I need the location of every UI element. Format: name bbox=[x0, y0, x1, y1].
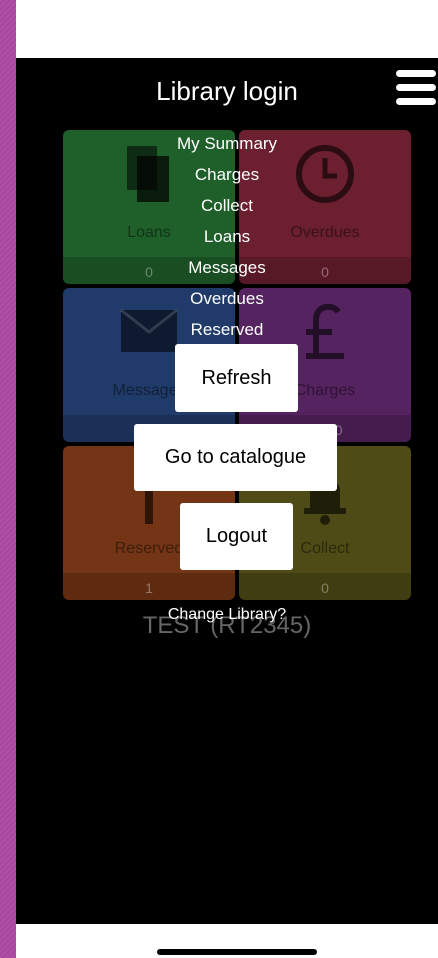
tile-count: 0 bbox=[321, 580, 329, 596]
status-bar bbox=[16, 0, 438, 58]
menu-item-my-summary[interactable]: My Summary bbox=[16, 128, 438, 159]
menu-item-loans[interactable]: Loans bbox=[16, 221, 438, 252]
dropdown-menu: My Summary Charges Collect Loans Message… bbox=[16, 128, 438, 345]
tile-count: 1 bbox=[145, 580, 153, 596]
menu-item-overdues[interactable]: Overdues bbox=[16, 283, 438, 314]
page-title: Library login bbox=[156, 76, 298, 106]
menu-item-collect[interactable]: Collect bbox=[16, 190, 438, 221]
menu-item-messages[interactable]: Messages bbox=[16, 252, 438, 283]
change-library-link[interactable]: Change Library? bbox=[16, 606, 438, 624]
logout-button[interactable]: Logout bbox=[180, 503, 293, 570]
refresh-button[interactable]: Refresh bbox=[175, 344, 298, 412]
bottom-safe-area bbox=[16, 924, 438, 958]
phone-screen: Library login Loans 0 Overdues 0 Message… bbox=[16, 0, 438, 958]
hamburger-menu-icon[interactable] bbox=[396, 70, 436, 106]
menu-item-charges[interactable]: Charges bbox=[16, 159, 438, 190]
header: Library login bbox=[16, 58, 438, 120]
home-indicator bbox=[157, 949, 317, 955]
menu-item-reserved[interactable]: Reserved bbox=[16, 314, 438, 345]
go-to-catalogue-button[interactable]: Go to catalogue bbox=[134, 424, 337, 491]
